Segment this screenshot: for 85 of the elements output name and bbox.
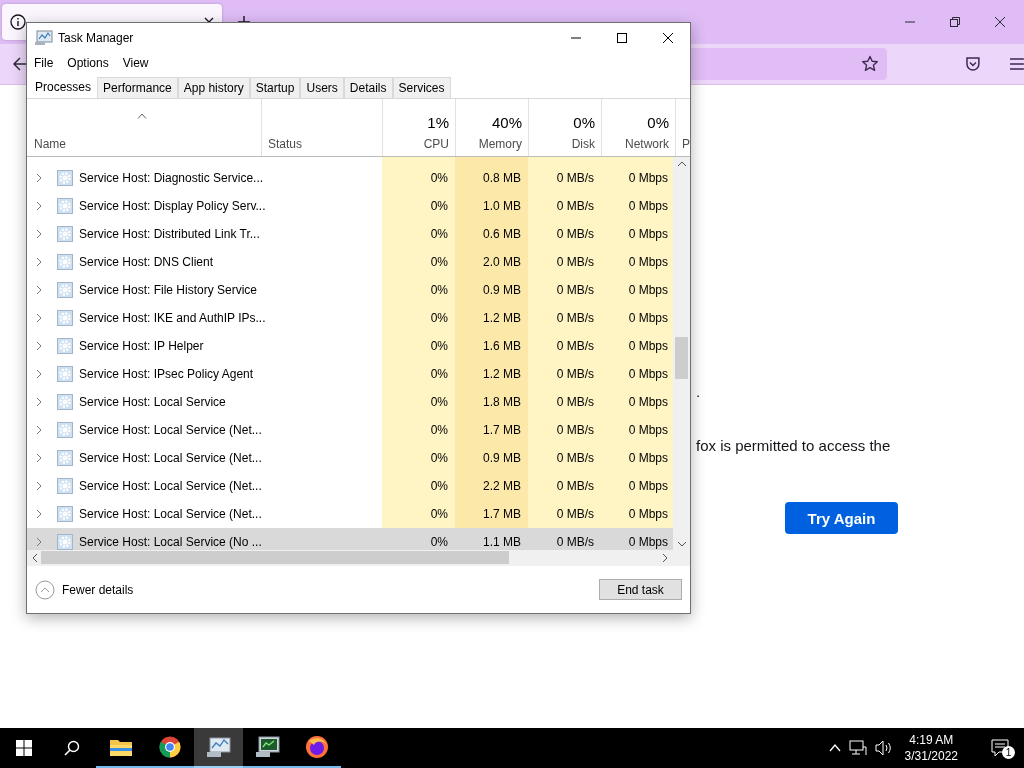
column-percent: 0% [647, 114, 669, 131]
table-cell-text: 0 MB/s [555, 338, 595, 355]
process-name: Service Host: Local Service (No ... [79, 535, 262, 549]
process-name: Service Host: IKE and AuthIP IPs... [79, 311, 266, 325]
table-cell-text: 0.6 MB [482, 226, 522, 243]
process-name: Service Host: File History Service [79, 283, 258, 297]
table-cell-text: 2.0 MB [482, 254, 522, 271]
notification-count-badge: 1 [1002, 746, 1015, 759]
table-cell-text: 1.1 MB [482, 534, 522, 550]
process-name: Service Host: IPsec Policy Agent [79, 367, 254, 381]
table-cell-text: 0 Mbps [627, 254, 669, 271]
table-cell-text: 1.7 MB [482, 422, 522, 439]
process-name: Service Host: Local Service [79, 395, 226, 409]
column-label: Name [34, 137, 67, 151]
table-cell-text: 0 MB/s [555, 282, 595, 299]
table-cell-text: 0 Mbps [627, 310, 669, 327]
process-name: Service Host: Local Service (Net... [79, 479, 262, 493]
error-text: fox is permitted to access the [696, 437, 892, 454]
table-cell-text: 0 Mbps [627, 450, 669, 467]
process-name: Service Host: Local Service (Net... [79, 423, 262, 437]
table-cell-text: 0% [429, 366, 449, 383]
table-cell-text: 1.7 MB [482, 506, 522, 523]
table-cell-text: 1.2 MB [482, 310, 522, 327]
table-cell-text: 0% [429, 534, 449, 550]
table-cell-text: 0 MB/s [555, 506, 595, 523]
table-cell-text: 2.2 MB [482, 478, 522, 495]
table-cell-text: 0% [429, 254, 449, 271]
table-cell-text: 0 MB/s [555, 394, 595, 411]
table-cell-text: 0 Mbps [627, 170, 669, 187]
table-cell-text: 0% [429, 338, 449, 355]
table-cell-text: 0 Mbps [627, 394, 669, 411]
process-name: Service Host: Distributed Link Tr... [79, 227, 260, 241]
table-cell-text: 0 MB/s [555, 366, 595, 383]
table-cell-text: 1.8 MB [482, 394, 522, 411]
table-cell-text: 0% [429, 450, 449, 467]
table-cell-text: 0% [429, 198, 449, 215]
table-cell-text: 0.9 MB [482, 282, 522, 299]
column-label: Memory [478, 137, 522, 151]
table-cell-text: 0 Mbps [627, 478, 669, 495]
column-percent: 0% [573, 114, 595, 131]
process-name: Service Host: Diagnostic Service... [79, 171, 264, 185]
table-cell-text: 0% [429, 506, 449, 523]
table-cell-text: 0% [429, 310, 449, 327]
table-cell-text: 0 Mbps [627, 198, 669, 215]
table-cell-text: 0 Mbps [627, 226, 669, 243]
table-cell-text: 0 MB/s [555, 310, 595, 327]
table-cell-text: 0 MB/s [555, 170, 595, 187]
process-name: Service Host: IP Helper [79, 339, 204, 353]
table-cell-text: 0 Mbps [627, 506, 669, 523]
table-cell-text: 1.2 MB [482, 366, 522, 383]
table-cell-text: 0 Mbps [627, 422, 669, 439]
table-cell-text: 0 Mbps [627, 338, 669, 355]
table-cell-text: 0% [429, 478, 449, 495]
table-cell-text: 0 MB/s [555, 198, 595, 215]
table-cell-text: 0 MB/s [555, 226, 595, 243]
table-cell-text: 0.9 MB [482, 450, 522, 467]
table-cell-text: 0% [429, 226, 449, 243]
column-label: Disk [571, 137, 595, 151]
table-cell-text: 0% [429, 394, 449, 411]
table-cell-text: 0 MB/s [555, 422, 595, 439]
table-cell-text: 0% [429, 282, 449, 299]
table-cell-text: 1.0 MB [482, 198, 522, 215]
table-cell-text: 0 Mbps [627, 534, 669, 550]
column-label: CPU [423, 137, 449, 151]
table-cell-text: 1.6 MB [482, 338, 522, 355]
table-cell-text: 0 MB/s [555, 534, 595, 550]
table-cell-text: 0% [429, 422, 449, 439]
column-label: Status [268, 137, 304, 151]
process-name: Service Host: Local Service (Net... [79, 451, 262, 465]
column-label: Network [625, 137, 669, 151]
column-label: P [682, 137, 690, 151]
table-cell-text: 0 MB/s [555, 450, 595, 467]
table-cell-text: 0 MB/s [555, 478, 595, 495]
table-cell-text: 0.8 MB [482, 170, 522, 187]
table-cell-text: 0% [429, 170, 449, 187]
process-name: Service Host: Display Policy Serv... [79, 199, 266, 213]
window-title: Task Manager [58, 30, 134, 45]
process-name: Service Host: DNS Client [79, 255, 214, 269]
error-text: . [696, 383, 702, 400]
process-name: Service Host: Local Service (Net... [79, 507, 262, 521]
table-cell-text: 0 Mbps [627, 366, 669, 383]
table-cell-text: 0 Mbps [627, 282, 669, 299]
column-percent: 1% [427, 114, 449, 131]
column-percent: 40% [491, 114, 522, 131]
table-cell-text: 0 MB/s [555, 254, 595, 271]
